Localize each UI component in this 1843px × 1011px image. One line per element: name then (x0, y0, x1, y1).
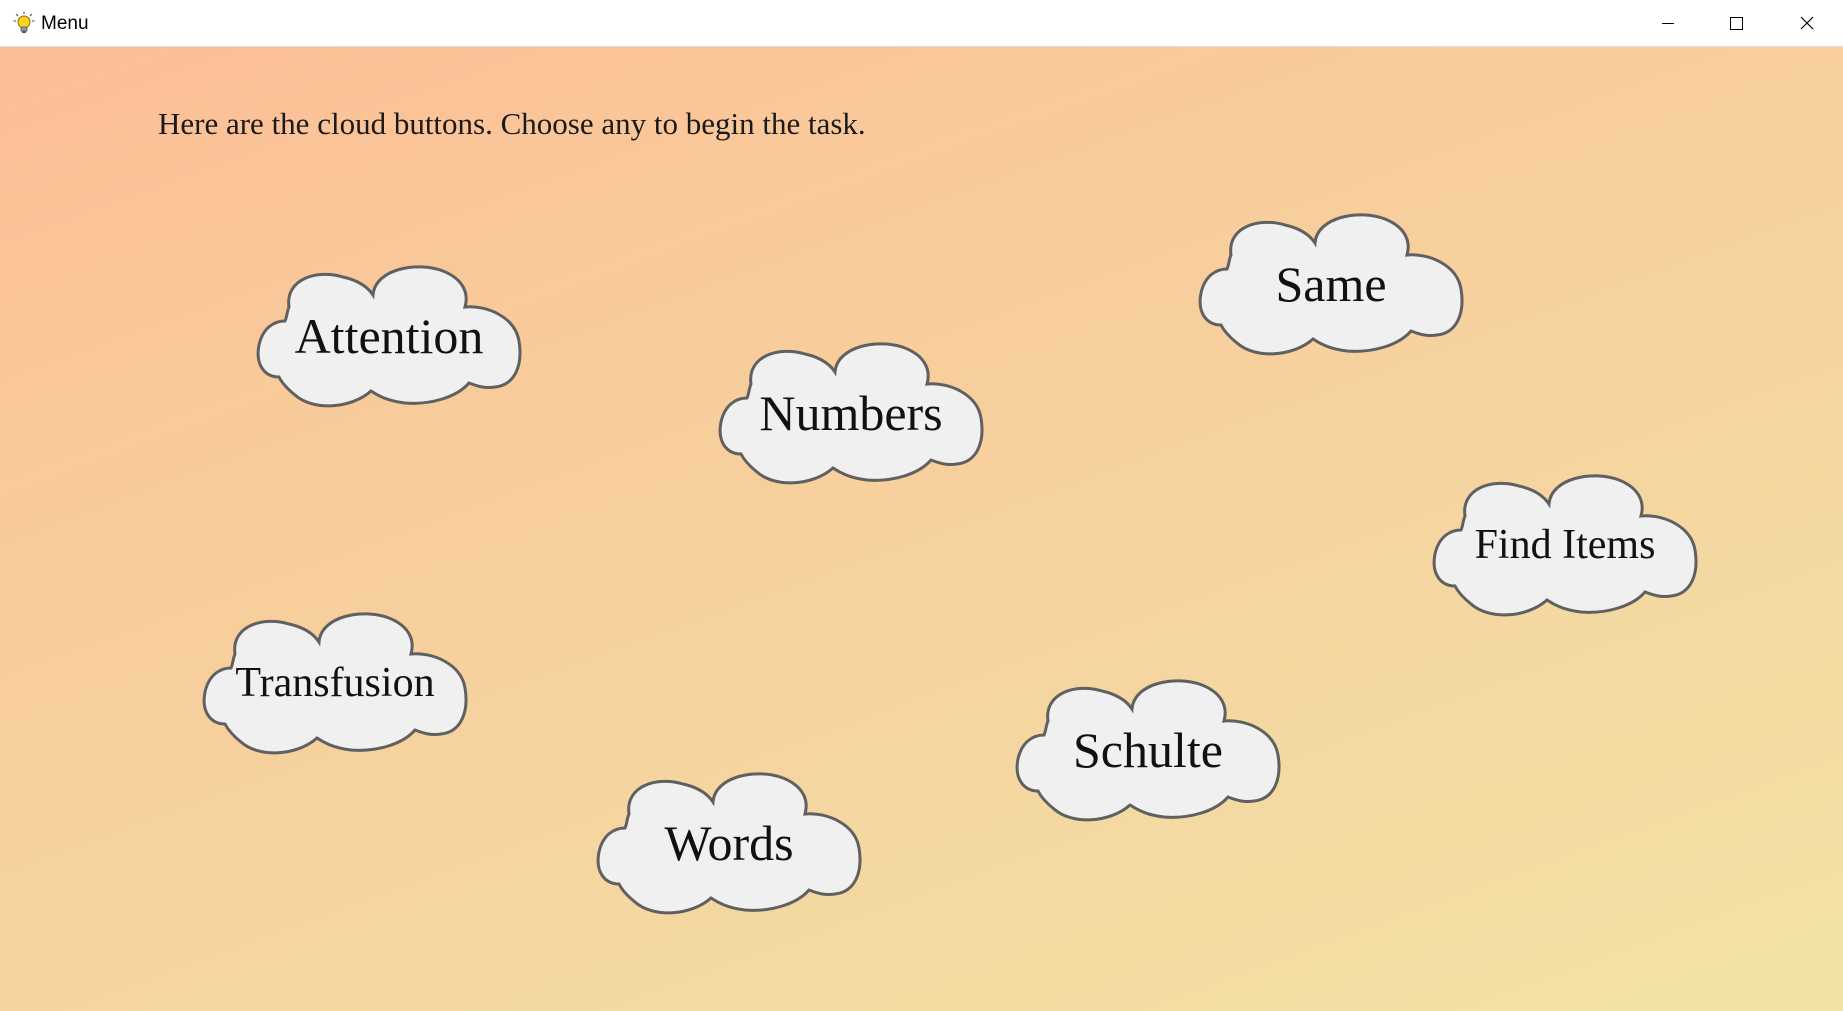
maximize-icon (1730, 17, 1743, 30)
cloud-button-attention[interactable]: Attention (256, 263, 522, 409)
cloud-button-transfusion[interactable]: Transfusion (202, 610, 468, 756)
cloud-shape (1198, 213, 1464, 356)
cloud-shape (256, 265, 522, 408)
title-bar: Menu (0, 0, 1843, 47)
cloud-button-numbers[interactable]: Numbers (718, 340, 984, 486)
cloud-button-words[interactable]: Words (596, 770, 862, 916)
minimize-button[interactable] (1633, 0, 1702, 46)
minimize-icon (1662, 23, 1674, 24)
maximize-button[interactable] (1702, 0, 1771, 46)
lightbulb-icon (13, 11, 35, 36)
cloud-button-schulte[interactable]: Schulte (1015, 677, 1281, 823)
cloud-shape (718, 342, 984, 485)
cloud-shape (596, 772, 862, 915)
cloud-button-same[interactable]: Same (1198, 211, 1464, 357)
window-title: Menu (41, 13, 89, 34)
menu-canvas: Here are the cloud buttons. Choose any t… (0, 47, 1843, 1011)
cloud-shape (1015, 679, 1281, 822)
cloud-button-find-items[interactable]: Find Items (1432, 472, 1698, 618)
cloud-shape (202, 612, 468, 755)
close-button[interactable] (1772, 0, 1841, 46)
instruction-text: Here are the cloud buttons. Choose any t… (158, 106, 866, 141)
close-icon (1800, 16, 1814, 30)
cloud-shape (1432, 474, 1698, 617)
